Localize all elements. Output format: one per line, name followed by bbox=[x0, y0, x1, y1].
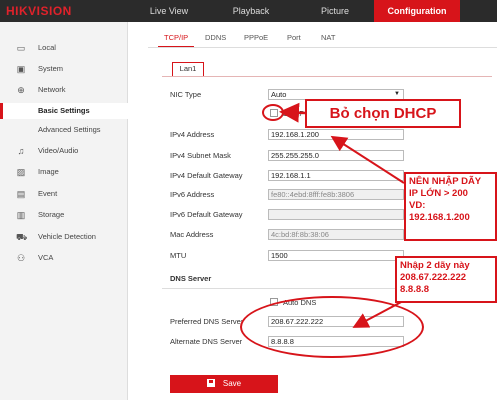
ipv6-gateway-field bbox=[268, 209, 404, 220]
dns-server-heading: DNS Server bbox=[170, 274, 212, 283]
hikvision-logo: HIKVISION bbox=[6, 4, 72, 18]
sidebar-item-system[interactable]: ▣ System bbox=[0, 61, 128, 77]
nav-picture[interactable]: Picture bbox=[306, 0, 364, 22]
ip-note: NÊN NHẬP DÃY IP LỚN > 200 VD: 192.168.1.… bbox=[404, 172, 497, 241]
mac-address-field: 4c:bd:8f:8b:38:06 bbox=[268, 229, 404, 240]
sidebar: ▭ Local ▣ System ⊕ Network Basic Setting… bbox=[0, 22, 128, 400]
nav-live-view[interactable]: Live View bbox=[140, 0, 198, 22]
nav-configuration[interactable]: Configuration bbox=[374, 0, 460, 22]
dns-note-line: Nhập 2 dãy này bbox=[400, 260, 470, 271]
save-button[interactable]: Save bbox=[170, 375, 278, 393]
ipv4-gateway-field[interactable]: 192.168.1.1 bbox=[268, 170, 404, 181]
save-disk-icon bbox=[206, 379, 215, 387]
calendar-icon: ▤ bbox=[16, 189, 26, 199]
sidebar-item-image[interactable]: ▨ Image bbox=[0, 164, 128, 180]
tab-lan1[interactable]: Lan1 bbox=[172, 62, 204, 76]
sidebar-item-video-audio[interactable]: ♫ Video/Audio bbox=[0, 143, 128, 159]
top-nav-bar: HIKVISION Live View Playback Picture Con… bbox=[0, 0, 497, 22]
microphone-icon: ♫ bbox=[17, 146, 25, 156]
dns-note-line: 208.67.222.222 bbox=[400, 272, 467, 283]
car-icon: ⛟ bbox=[16, 232, 28, 242]
ip-note-line: VD: bbox=[409, 200, 426, 211]
sidebar-item-storage[interactable]: ▥ Storage bbox=[0, 207, 128, 223]
sidebar-item-label: Storage bbox=[38, 210, 65, 219]
lan-divider bbox=[162, 76, 492, 77]
sidebar-item-network[interactable]: ⊕ Network bbox=[0, 82, 128, 98]
ipv4-address-field[interactable]: 192.168.1.200 bbox=[268, 129, 404, 140]
sidebar-item-label: Vehicle Detection bbox=[38, 232, 96, 241]
monitor-icon: ▭ bbox=[16, 43, 26, 53]
ipv4-subnet-mask-label: IPv4 Subnet Mask bbox=[170, 151, 231, 160]
ipv4-address-label: IPv4 Address bbox=[170, 130, 215, 139]
mtu-label: MTU bbox=[170, 251, 187, 260]
nav-playback[interactable]: Playback bbox=[222, 0, 280, 22]
sidebar-item-vehicle-detection[interactable]: ⛟ Vehicle Detection bbox=[0, 229, 128, 245]
image-icon: ▨ bbox=[16, 167, 26, 177]
dhcp-note: Bỏ chọn DHCP bbox=[305, 99, 461, 128]
globe-icon: ⊕ bbox=[17, 85, 25, 95]
sidebar-item-basic-settings[interactable]: Basic Settings bbox=[0, 103, 128, 119]
chevron-down-icon: ▼ bbox=[394, 91, 400, 97]
dhcp-highlight-circle bbox=[262, 104, 284, 121]
storage-icon: ▥ bbox=[16, 210, 26, 220]
dns-highlight-ellipse bbox=[240, 296, 424, 358]
tab-divider bbox=[148, 47, 497, 48]
dns-note: Nhập 2 dãy này 208.67.222.222 8.8.8.8 bbox=[395, 256, 497, 303]
tab-tcp-ip[interactable]: TCP/IP bbox=[158, 32, 195, 48]
sidebar-item-advanced-settings[interactable]: Advanced Settings bbox=[0, 122, 128, 138]
dns-note-line: 8.8.8.8 bbox=[400, 284, 430, 295]
vca-icon: ⚇ bbox=[16, 253, 26, 263]
sidebar-item-label: System bbox=[38, 64, 64, 73]
alternate-dns-label: Alternate DNS Server bbox=[170, 337, 243, 346]
nic-type-value: Auto bbox=[271, 90, 287, 99]
ipv6-gateway-label: IPv6 Default Gateway bbox=[170, 210, 243, 219]
sidebar-item-label: Local bbox=[38, 43, 56, 52]
ipv4-subnet-mask-field[interactable]: 255.255.255.0 bbox=[268, 150, 404, 161]
nic-type-label: NIC Type bbox=[170, 90, 202, 99]
sidebar-item-local[interactable]: ▭ Local bbox=[0, 40, 128, 56]
tab-pppoe[interactable]: PPPoE bbox=[244, 32, 268, 48]
ipv4-gateway-label: IPv4 Default Gateway bbox=[170, 171, 243, 180]
ip-note-line: NÊN NHẬP DÃY bbox=[409, 176, 482, 187]
tab-ddns[interactable]: DDNS bbox=[205, 32, 226, 48]
sidebar-item-label: Advanced Settings bbox=[38, 125, 101, 134]
sidebar-item-label: Image bbox=[38, 167, 59, 176]
sidebar-item-label: Basic Settings bbox=[38, 106, 90, 115]
save-button-label: Save bbox=[222, 379, 242, 388]
preferred-dns-label: Preferred DNS Server bbox=[170, 317, 244, 326]
system-icon: ▣ bbox=[16, 64, 26, 74]
ip-note-line: IP LỚN > 200 bbox=[409, 188, 468, 199]
dhcp-label: DHCP bbox=[283, 109, 305, 118]
ipv6-address-field: fe80::4ebd:8fff:fe8b:3806 bbox=[268, 189, 404, 200]
sidebar-item-event[interactable]: ▤ Event bbox=[0, 186, 128, 202]
mtu-field[interactable]: 1500 bbox=[268, 250, 404, 261]
tab-nat[interactable]: NAT bbox=[321, 32, 335, 48]
sidebar-item-label: Network bbox=[38, 85, 66, 94]
tab-port[interactable]: Port bbox=[287, 32, 301, 48]
sidebar-item-vca[interactable]: ⚇ VCA bbox=[0, 250, 128, 266]
ip-note-line: 192.168.1.200 bbox=[409, 212, 470, 223]
sidebar-item-label: VCA bbox=[38, 253, 54, 262]
sidebar-item-label: Event bbox=[38, 189, 58, 198]
mac-address-label: Mac Address bbox=[170, 230, 214, 239]
sidebar-item-label: Video/Audio bbox=[38, 146, 79, 155]
ipv6-address-label: IPv6 Address bbox=[170, 190, 215, 199]
